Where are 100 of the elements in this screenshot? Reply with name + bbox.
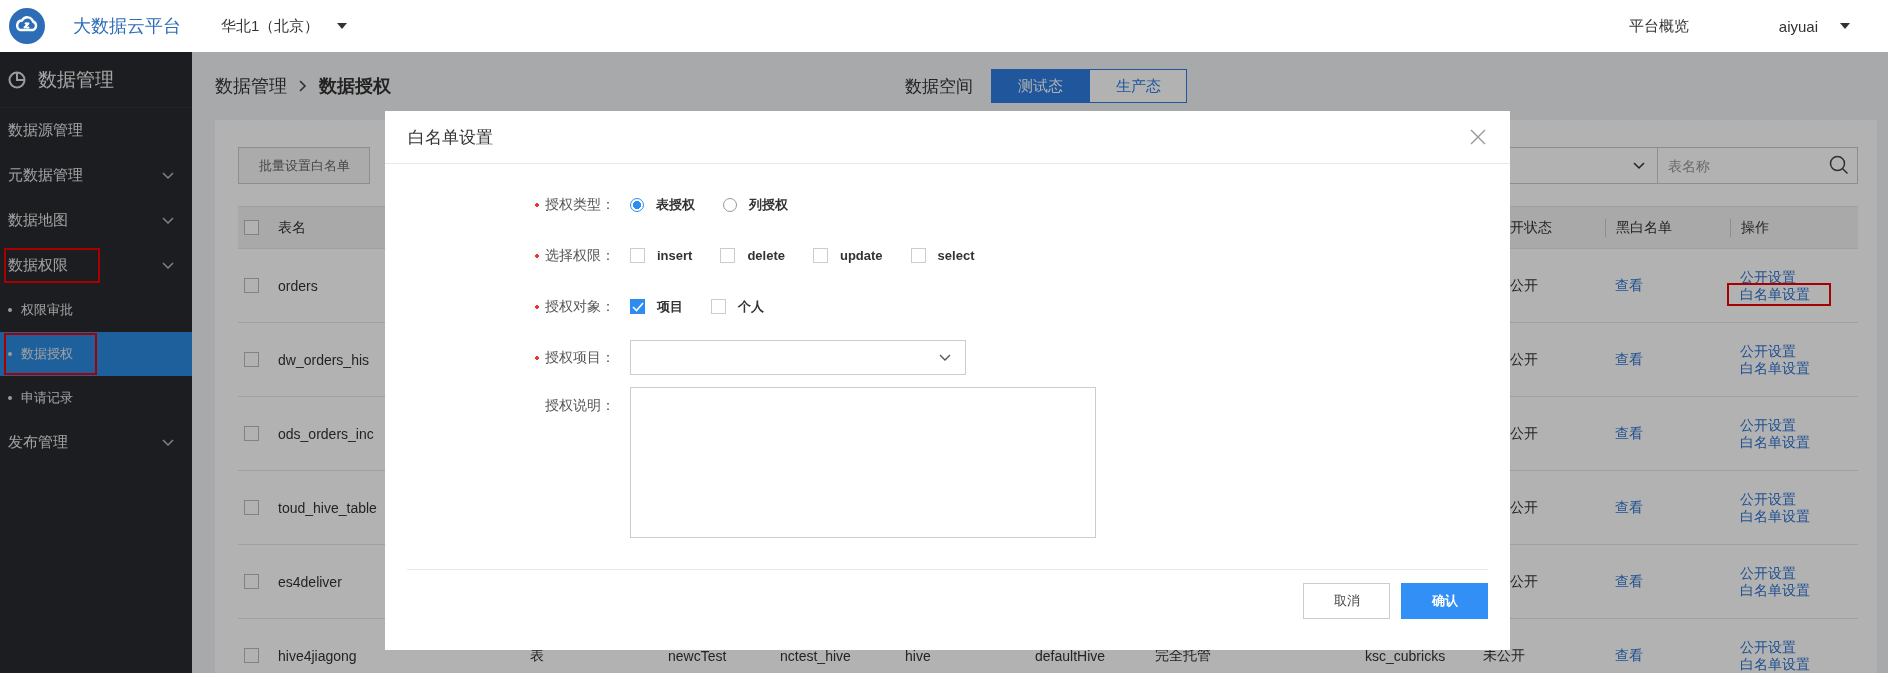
view-link[interactable]: 查看	[1615, 425, 1730, 442]
chevron-down-icon	[162, 216, 174, 225]
view-link[interactable]: 查看	[1615, 573, 1730, 590]
table-cell-text: 公开	[1510, 350, 1539, 369]
dialog-title: 白名单设置	[408, 126, 493, 149]
table-cell-text: dw_orders_his	[278, 351, 371, 368]
description-field[interactable]	[630, 387, 1096, 538]
checkbox[interactable]	[244, 574, 259, 589]
view-link[interactable]: 查看	[1615, 277, 1730, 294]
checkbox-option[interactable]: select	[910, 248, 975, 263]
view-link[interactable]: 查看	[1615, 647, 1730, 664]
table-cell-text: hive	[905, 647, 932, 664]
view-link[interactable]: 查看	[1615, 499, 1730, 516]
checkbox[interactable]	[244, 278, 259, 293]
column-header: 开状态	[1510, 218, 1553, 237]
checkbox[interactable]	[813, 248, 828, 263]
checkbox[interactable]	[244, 352, 259, 367]
table-cell-text: ksc_cubricks	[1365, 647, 1447, 664]
action-link[interactable]: 公开设置	[1740, 268, 1796, 286]
sidebar-subitem[interactable]: 权限审批	[0, 288, 192, 332]
field-label: 授权说明：	[545, 397, 615, 415]
cloud-logo-icon	[9, 8, 45, 44]
chevron-right-icon	[299, 80, 307, 92]
action-link[interactable]: 白名单设置	[1740, 507, 1810, 525]
checkbox[interactable]	[910, 248, 926, 263]
action-link[interactable]: 公开设置	[1740, 490, 1796, 508]
radio-option[interactable]: 表授权	[630, 195, 695, 214]
table-cell-text: defaultHive	[1035, 647, 1107, 664]
action-link[interactable]: 白名单设置	[1740, 655, 1810, 673]
sidebar-title: 数据管理	[38, 67, 114, 92]
confirm-button[interactable]: 确认	[1401, 583, 1488, 619]
pie-chart-icon	[8, 70, 26, 89]
sidebar-item[interactable]: 数据地图	[0, 198, 192, 243]
sidebar-item[interactable]: 发布管理	[0, 420, 192, 465]
sidebar-item[interactable]: 元数据管理	[0, 153, 192, 198]
brand-title[interactable]: 大数据云平台	[73, 14, 181, 38]
environment-tab[interactable]: 测试态	[991, 69, 1089, 103]
user-menu[interactable]: aiyuai	[1778, 17, 1850, 35]
table-cell-text: toud_hive_table	[278, 499, 378, 516]
action-link[interactable]: 公开设置	[1740, 416, 1796, 434]
checkbox[interactable]	[244, 220, 259, 235]
region-dropdown[interactable]: 华北1（北京）	[221, 16, 348, 36]
column-header: 表名	[278, 218, 307, 237]
project-select[interactable]	[630, 340, 966, 375]
caret-icon	[337, 23, 348, 29]
breadcrumb-item[interactable]: 数据管理	[215, 74, 287, 98]
table-cell-text: 公开	[1510, 572, 1539, 591]
action-link[interactable]: 白名单设置	[1730, 285, 1828, 303]
sidebar-item[interactable]: 数据权限	[0, 243, 192, 288]
checkbox[interactable]	[244, 648, 259, 663]
sidebar-item[interactable]: 数据源管理	[0, 108, 192, 153]
chevron-down-icon	[1633, 161, 1645, 170]
action-link[interactable]: 公开设置	[1740, 564, 1796, 582]
checkbox-option[interactable]: update	[813, 248, 883, 263]
radio-option[interactable]: 列授权	[723, 195, 788, 214]
bullet-icon	[8, 308, 12, 312]
checkbox-option[interactable]: 个人	[711, 297, 764, 316]
sidebar-subitem[interactable]: 数据授权	[0, 332, 192, 376]
action-link[interactable]: 公开设置	[1740, 638, 1796, 656]
breadcrumb-item: 数据授权	[319, 75, 391, 98]
bullet-icon	[8, 396, 12, 400]
chevron-down-icon	[939, 353, 951, 362]
field-label: 授权类型：	[545, 195, 615, 214]
cancel-button[interactable]: 取消	[1303, 583, 1390, 619]
table-cell-text: newcTest	[668, 647, 728, 664]
table-cell-text: 公开	[1510, 498, 1539, 517]
checkbox-option[interactable]: delete	[720, 248, 785, 263]
chevron-down-icon	[162, 261, 174, 270]
table-cell-text: ods_orders_inc	[278, 425, 375, 442]
action-link[interactable]: 白名单设置	[1740, 433, 1810, 451]
environment-tab[interactable]: 生产态	[1089, 69, 1187, 103]
column-header: 黑白名单	[1616, 218, 1673, 237]
checkbox[interactable]	[711, 299, 726, 314]
checkbox[interactable]	[630, 248, 645, 263]
nav-link[interactable]: 平台概览	[1628, 16, 1689, 36]
search-field[interactable]: 表名称	[1658, 147, 1858, 184]
checkbox[interactable]	[630, 299, 645, 314]
checkbox[interactable]	[244, 500, 259, 515]
column-header: 操作	[1741, 218, 1770, 237]
table-cell-text: 未公开	[1483, 646, 1526, 665]
checkbox-option[interactable]: insert	[630, 248, 693, 263]
chevron-down-icon	[162, 438, 174, 447]
batch-whitelist-button[interactable]: 批量设置白名单	[238, 147, 370, 184]
action-link[interactable]: 白名单设置	[1740, 581, 1810, 599]
chevron-down-icon	[162, 171, 174, 180]
search-icon	[1829, 155, 1849, 175]
close-icon[interactable]	[1470, 129, 1486, 145]
sidebar-subitem[interactable]: 申请记录	[0, 376, 192, 420]
view-link[interactable]: 查看	[1615, 351, 1730, 368]
radio-button[interactable]	[630, 197, 644, 212]
action-link[interactable]: 白名单设置	[1740, 359, 1810, 377]
action-link[interactable]: 公开设置	[1740, 342, 1796, 360]
bullet-icon	[8, 352, 12, 356]
caret-icon	[1840, 23, 1850, 29]
table-cell-text: orders	[278, 277, 319, 294]
table-cell-text: 表	[530, 646, 545, 665]
checkbox-option[interactable]: 项目	[630, 297, 683, 316]
checkbox[interactable]	[720, 248, 736, 263]
checkbox[interactable]	[244, 426, 259, 441]
field-label: 授权项目：	[545, 348, 615, 367]
